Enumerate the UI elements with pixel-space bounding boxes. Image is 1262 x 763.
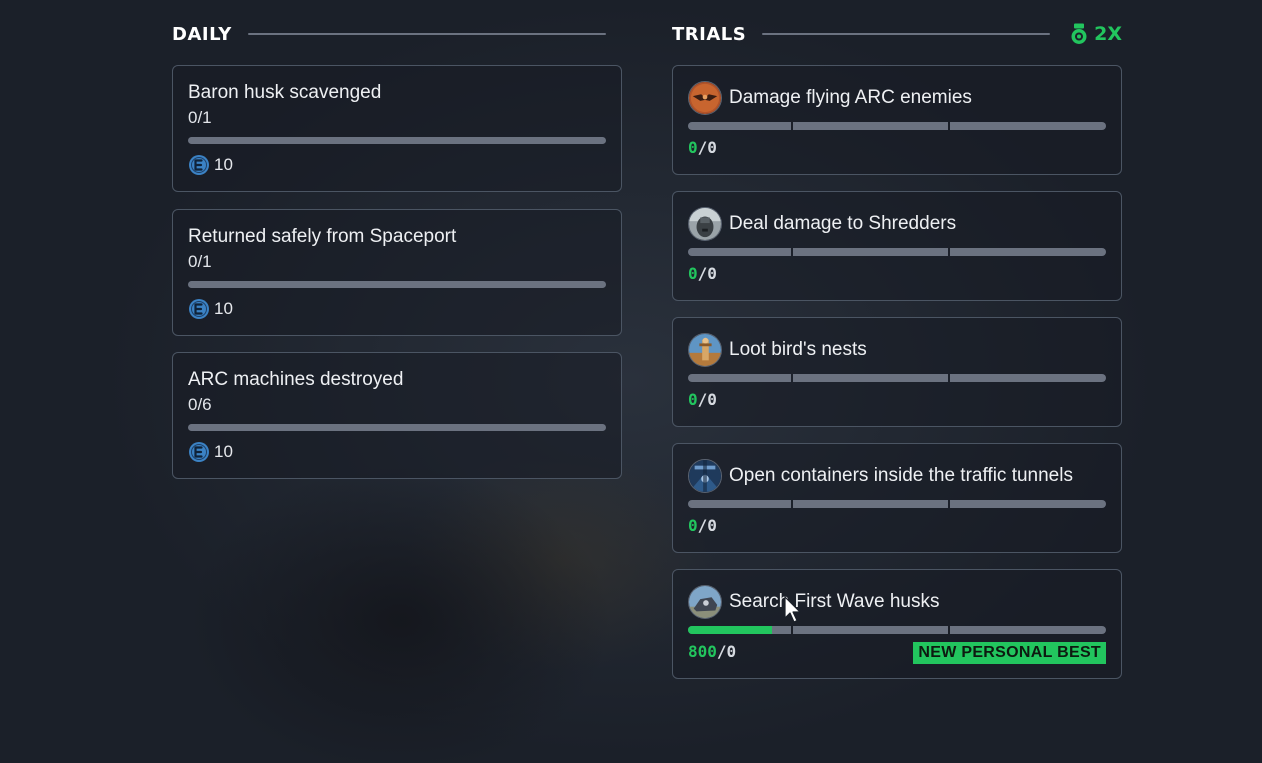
daily-task-card[interactable]: Returned safely from Spaceport 0/1 10 — [172, 209, 622, 336]
shredder-icon — [688, 207, 722, 241]
trials-title: TRIALS — [672, 23, 747, 45]
flying-arc-icon — [688, 81, 722, 115]
daily-task-reward: 10 — [188, 298, 233, 320]
trial-card[interactable]: Damage flying ARC enemies 0/0 — [672, 65, 1122, 175]
progress-segment — [950, 626, 1106, 634]
trials-divider — [762, 33, 1051, 35]
trial-title: Damage flying ARC enemies — [729, 87, 972, 108]
trial-score-separator: / — [697, 138, 708, 157]
trial-score-separator: / — [716, 642, 727, 661]
trial-score: 0/0 — [688, 516, 717, 535]
trials-multiplier: 2X — [1070, 23, 1122, 45]
daily-task-title: Baron husk scavenged — [188, 82, 382, 103]
progress-segment — [793, 374, 948, 382]
daily-progress-bar — [188, 137, 606, 144]
medal-icon — [1071, 23, 1087, 44]
progress-segment — [950, 500, 1106, 508]
trial-title: Search First Wave husks — [729, 591, 940, 612]
trial-score-separator: / — [697, 390, 708, 409]
trial-score: 0/0 — [688, 390, 717, 409]
personal-best-badge: NEW PERSONAL BEST — [913, 642, 1106, 664]
trial-score-current: 0 — [688, 390, 698, 409]
daily-reward-amount: 10 — [214, 299, 233, 318]
trial-score: 800/0 — [688, 642, 736, 661]
daily-task-reward: 10 — [188, 441, 233, 463]
daily-task-title: ARC machines destroyed — [188, 369, 404, 390]
daily-reward-amount: 10 — [214, 155, 233, 174]
progress-segment — [688, 374, 791, 382]
tunnel-icon — [688, 459, 722, 493]
daily-progress-bar — [188, 281, 606, 288]
husk-icon — [688, 585, 722, 619]
mouse-cursor-icon — [784, 596, 801, 623]
trial-card[interactable]: Search First Wave husks 800/0 NEW PERSON… — [672, 569, 1122, 679]
trial-score: 0/0 — [688, 264, 717, 283]
trial-title: Deal damage to Shredders — [729, 213, 957, 234]
progress-fill — [688, 626, 772, 634]
trial-score: 0/0 — [688, 138, 717, 157]
trial-score-current: 800 — [688, 642, 717, 661]
birds-nest-icon — [688, 333, 722, 367]
progress-segment — [793, 248, 948, 256]
trial-card[interactable]: Loot bird's nests 0/0 — [672, 317, 1122, 427]
trial-title: Loot bird's nests — [729, 339, 867, 360]
progress-segment — [950, 122, 1106, 130]
progress-segment — [793, 122, 948, 130]
daily-title: DAILY — [172, 23, 232, 45]
trial-score-current: 0 — [688, 138, 698, 157]
progress-segment — [950, 374, 1106, 382]
coin-icon — [189, 299, 209, 319]
trial-score-target: 0 — [726, 642, 737, 661]
progress-segment — [688, 248, 791, 256]
trials-header: TRIALS 2X — [672, 22, 1122, 46]
daily-divider — [247, 33, 606, 35]
progress-segment — [688, 500, 791, 508]
progress-segment — [688, 122, 791, 130]
trial-score-target: 0 — [707, 264, 717, 283]
trial-score-target: 0 — [707, 516, 717, 535]
progress-segment — [793, 626, 948, 634]
trial-title: Open containers inside the traffic tunne… — [729, 465, 1073, 486]
trial-score-separator: / — [697, 516, 708, 535]
daily-task-progress: 0/1 — [188, 252, 212, 271]
progress-segment — [950, 248, 1106, 256]
trial-card[interactable]: Open containers inside the traffic tunne… — [672, 443, 1122, 553]
daily-task-card[interactable]: ARC machines destroyed 0/6 10 — [172, 352, 622, 479]
coin-icon — [189, 442, 209, 462]
daily-task-title: Returned safely from Spaceport — [188, 226, 457, 247]
daily-progress-bar — [188, 424, 606, 431]
trial-score-target: 0 — [707, 390, 717, 409]
daily-task-progress: 0/1 — [188, 108, 212, 127]
trial-score-current: 0 — [688, 264, 698, 283]
trial-score-separator: / — [697, 264, 708, 283]
daily-task-card[interactable]: Baron husk scavenged 0/1 10 — [172, 65, 622, 192]
trial-card[interactable]: Deal damage to Shredders 0/0 — [672, 191, 1122, 301]
daily-reward-amount: 10 — [214, 442, 233, 461]
daily-header: DAILY — [172, 22, 622, 46]
trial-progress-bar — [688, 500, 1106, 508]
trial-progress-bar — [688, 122, 1106, 130]
daily-task-reward: 10 — [188, 154, 233, 176]
daily-task-progress: 0/6 — [188, 395, 212, 414]
progress-segment — [793, 500, 948, 508]
trial-score-target: 0 — [707, 138, 717, 157]
coin-icon — [189, 155, 209, 175]
trial-progress-bar — [688, 248, 1106, 256]
trial-progress-bar — [688, 374, 1106, 382]
trial-progress-bar — [688, 626, 1106, 634]
trial-score-current: 0 — [688, 516, 698, 535]
multiplier-label: 2X — [1094, 23, 1122, 45]
